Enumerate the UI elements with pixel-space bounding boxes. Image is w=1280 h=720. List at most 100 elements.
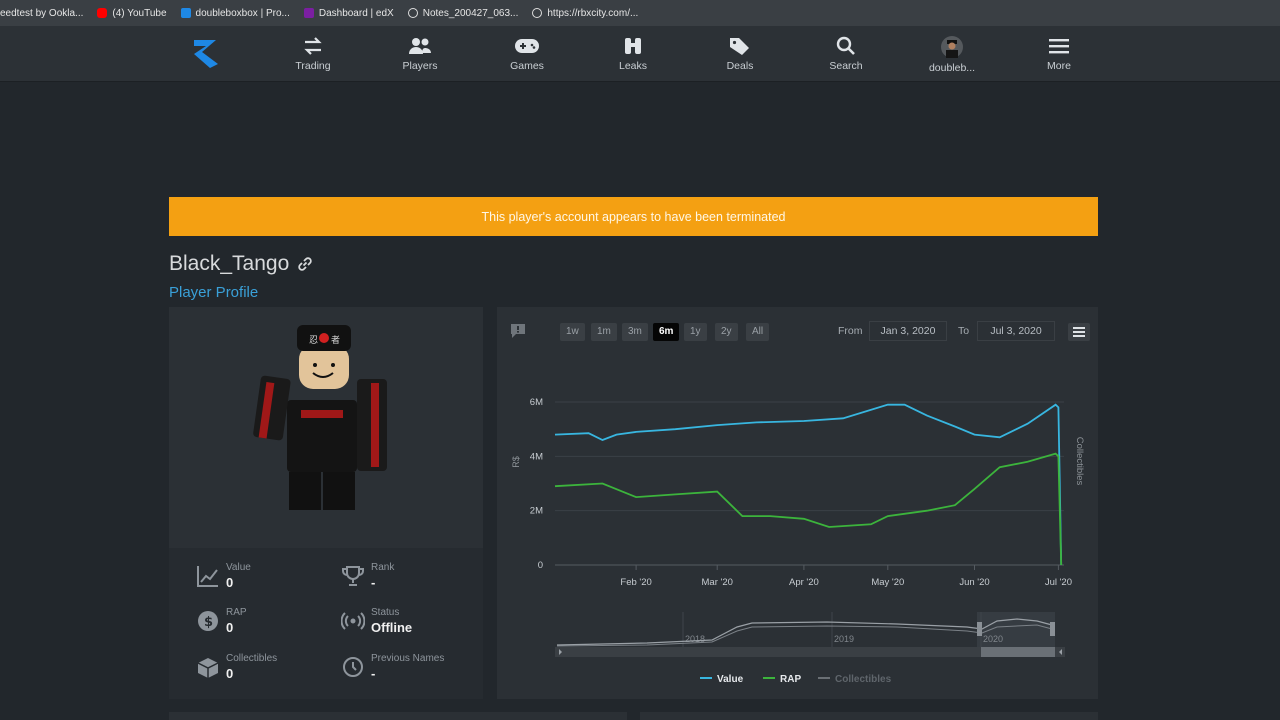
navigator-label: 2019: [834, 634, 854, 644]
x-tick-label: Mar '20: [702, 577, 733, 588]
bookmark-item[interactable]: doubleboxbox | Pro...: [180, 7, 290, 19]
y-tick-label: 2M: [530, 506, 543, 517]
stat-number: Offline: [371, 620, 413, 635]
y-tick-label: 6M: [530, 397, 543, 408]
y-tick-label: 0: [538, 560, 543, 571]
bookmark-label: doubleboxbox | Pro...: [195, 7, 290, 19]
stat-label: Status: [371, 607, 400, 618]
legend-item: RAP: [780, 674, 801, 685]
bookmark-item[interactable]: (4) YouTube: [97, 7, 167, 19]
bookmark-item[interactable]: Notes_200427_063...: [407, 7, 519, 19]
nav-more[interactable]: More: [1024, 36, 1094, 72]
avatar: [941, 36, 963, 58]
globe-icon: [407, 8, 418, 18]
bottom-card: [640, 712, 1098, 720]
nav-leaks[interactable]: Leaks: [598, 36, 668, 72]
broadcast-icon: [341, 612, 365, 630]
svg-text:者: 者: [331, 335, 340, 346]
nav-search[interactable]: Search: [811, 36, 881, 72]
link-icon[interactable]: [296, 255, 314, 273]
y2-axis-title: Collectibles: [1074, 437, 1085, 486]
nav-label: Leaks: [618, 60, 648, 72]
y-axis-title: R$: [511, 456, 521, 468]
stat-number: -: [371, 575, 376, 590]
stat-number: 0: [226, 666, 234, 681]
player-name: Black_Tango: [169, 252, 290, 275]
stat-collectibles: Collectibles 0: [196, 653, 277, 681]
page-subtitle: Player Profile: [169, 284, 259, 301]
tags-icon: [730, 38, 749, 55]
search-icon: [836, 36, 855, 55]
value-rap-chart: 6M 4M 2M 0 Feb '20 Mar '20 Apr '20 May '20 Jun '…: [511, 397, 1085, 685]
nav-games[interactable]: Games: [492, 36, 562, 72]
nav-label: Trading: [295, 60, 331, 72]
binoculars-icon: [625, 38, 641, 54]
rolimons-icon: [180, 8, 191, 18]
youtube-icon: [97, 8, 108, 18]
stat-number: -: [371, 666, 376, 681]
site-logo[interactable]: [190, 34, 222, 72]
bookmark-label: Dashboard | edX: [318, 7, 394, 19]
top-navbar: Trading Players Games Leaks Deals Search…: [0, 26, 1280, 82]
hamburger-icon: [1049, 39, 1069, 54]
bookmark-label: Notes_200427_063...: [422, 7, 519, 19]
x-tick-label: Jul '20: [1045, 577, 1072, 588]
navigator-handle: [1050, 622, 1055, 636]
nav-profile[interactable]: doubleb...: [917, 36, 987, 74]
nav-deals[interactable]: Deals: [705, 36, 775, 72]
stat-status: Status Offline: [341, 607, 412, 635]
stat-label: Collectibles: [226, 653, 278, 664]
edx-icon: [303, 8, 314, 18]
legend-item: Value: [717, 674, 744, 685]
history-icon: [343, 657, 363, 677]
gamepad-icon: [515, 39, 539, 53]
banner-text: This player's account appears to have be…: [481, 209, 786, 224]
player-avatar-image: 忍 者: [253, 325, 387, 510]
y-tick-label: 4M: [530, 451, 543, 462]
series-line-value: [554, 403, 1063, 566]
nav-trading[interactable]: Trading: [278, 36, 348, 72]
chart-line-icon: [197, 566, 218, 587]
svg-text:$: $: [204, 615, 213, 630]
navigator-handle: [977, 622, 982, 636]
bookmark-label: (4) YouTube: [112, 7, 167, 19]
stat-number: 0: [226, 575, 234, 590]
nav-label: Deals: [726, 60, 754, 72]
box-icon: [197, 658, 219, 678]
nav-label: doubleb...: [928, 62, 976, 74]
stat-previous-names: Previous Names -: [341, 653, 444, 681]
x-tick-label: Feb '20: [620, 577, 651, 588]
stat-label: Previous Names: [371, 653, 445, 664]
nav-label: More: [1047, 60, 1071, 72]
stat-number: 0: [226, 620, 234, 635]
chart-card: 1w 1m 3m 6m 1y 2y All From Jan 3, 2020 T…: [497, 307, 1098, 699]
stat-rank: Rank -: [341, 562, 394, 590]
nav-label: Players: [402, 60, 438, 72]
users-icon: [409, 38, 431, 54]
bookmark-item[interactable]: https://rbxcity.com/...: [532, 8, 638, 19]
nav-players[interactable]: Players: [385, 36, 455, 72]
page-title: Black_Tango: [169, 252, 314, 276]
stat-value: Value 0: [196, 562, 251, 590]
nav-label: Search: [829, 60, 863, 72]
dollar-circle-icon: $: [198, 611, 218, 631]
globe-icon: [532, 8, 543, 18]
trade-arrows-icon: [304, 37, 322, 55]
stat-label: RAP: [226, 607, 247, 618]
bookmark-label: eedtest by Ookla...: [0, 7, 84, 19]
scrollbar-thumb: [981, 647, 1055, 657]
x-tick-label: Apr '20: [789, 577, 819, 588]
nav-label: Games: [510, 60, 544, 72]
bookmark-item[interactable]: eedtest by Ookla...: [0, 8, 83, 19]
trophy-icon: [342, 566, 364, 586]
stat-label: Rank: [371, 562, 395, 573]
bookmark-item[interactable]: Dashboard | edX: [303, 7, 394, 19]
terminated-banner: This player's account appears to have be…: [169, 197, 1098, 236]
stats-card: Value 0 Rank - $ RAP 0 Status Offline Collec…: [169, 548, 483, 699]
bookmarks-bar: eedtest by Ookla... (4) YouTube doublebo…: [0, 0, 1280, 26]
legend-item: Collectibles: [835, 674, 892, 685]
bookmark-label: https://rbxcity.com/...: [547, 7, 639, 19]
series-line-rap: [554, 452, 1063, 566]
svg-text:忍: 忍: [309, 335, 318, 346]
stat-label: Value: [226, 562, 251, 573]
